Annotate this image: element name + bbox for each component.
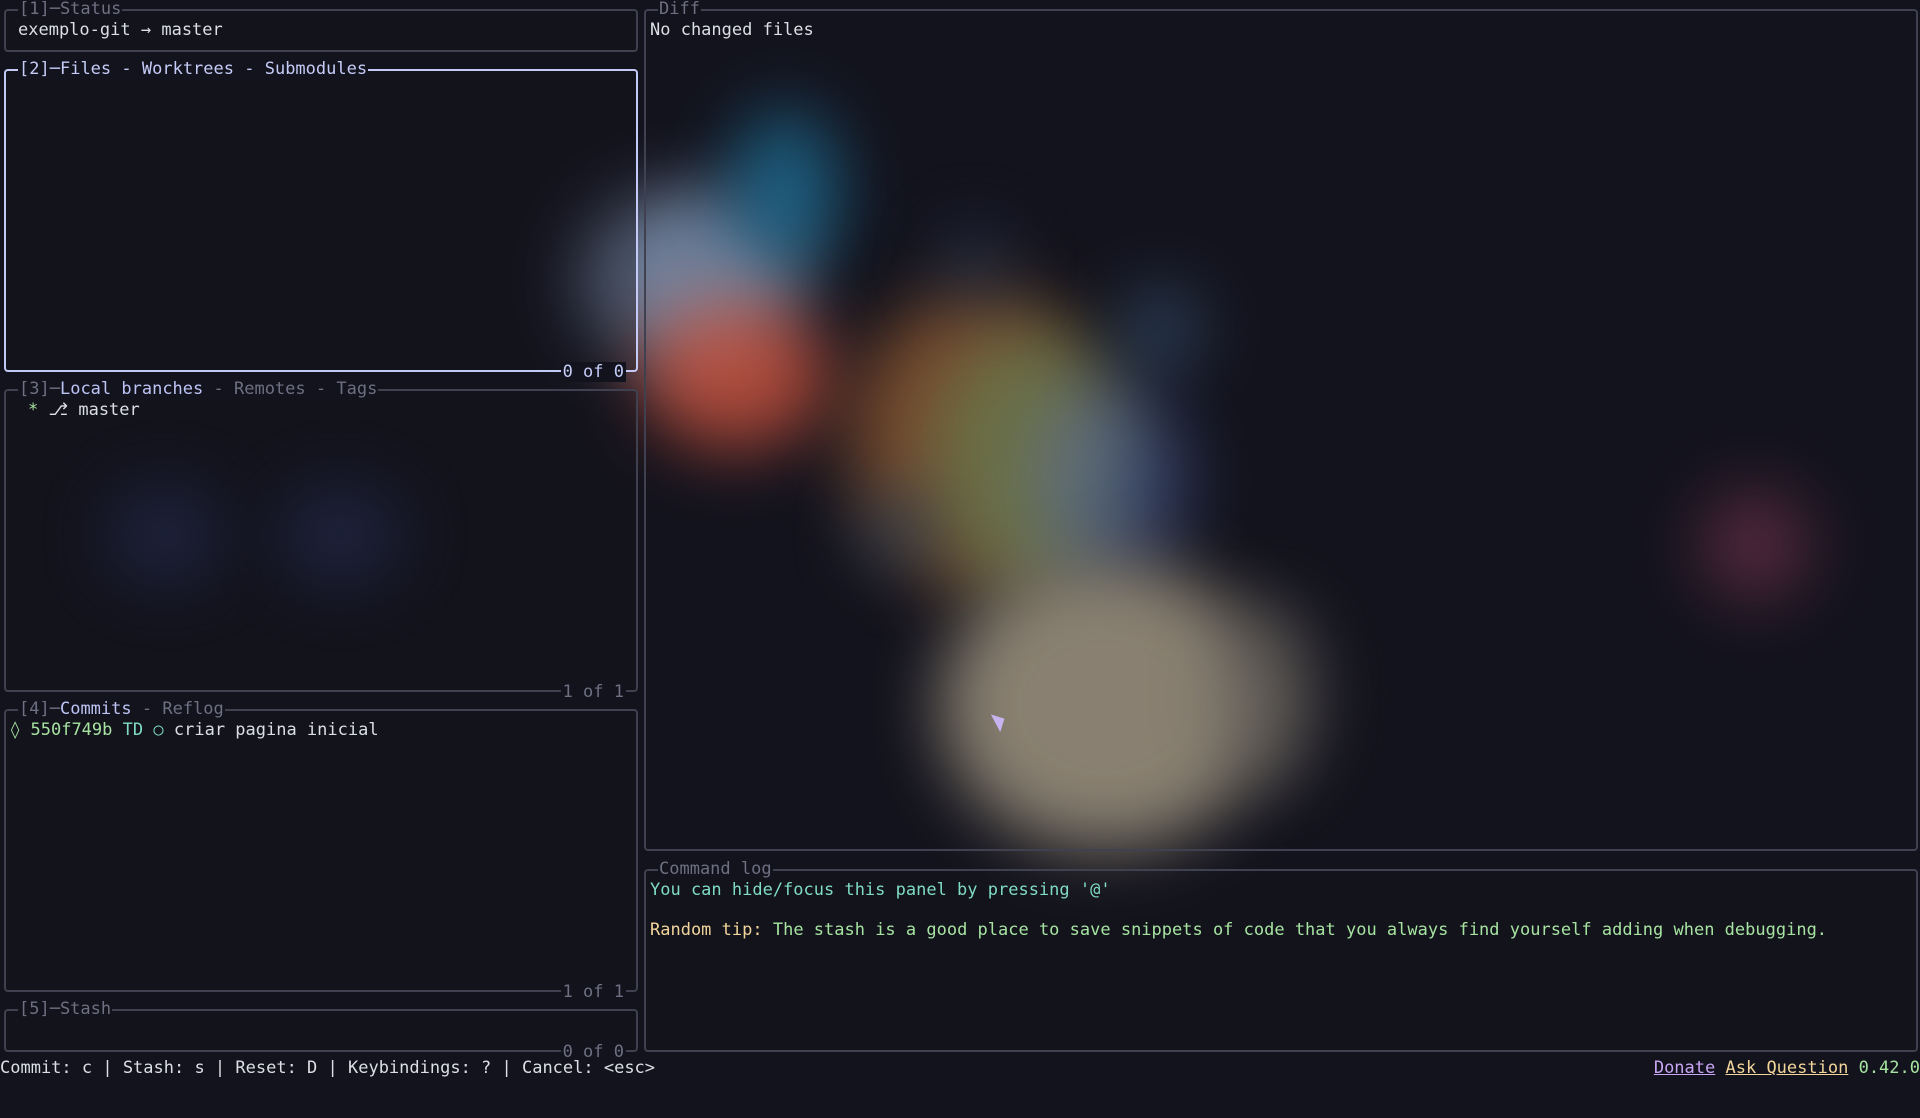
tab-files[interactable]: Files — [60, 59, 111, 79]
diff-panel-title: Diff — [658, 0, 701, 19]
branch-list-item[interactable]: * ⎇ master — [28, 400, 140, 420]
donate-link[interactable]: Donate — [1654, 1058, 1715, 1078]
tab-worktrees[interactable]: Worktrees — [142, 59, 234, 79]
files-count: 0 of 0 — [560, 362, 626, 382]
tab-remotes[interactable]: Remotes — [234, 379, 306, 399]
commit-hash: 550f749b — [30, 720, 113, 740]
panel-number: [3] — [19, 379, 50, 399]
command-log-panel[interactable]: Command log You can hide/focus this pane… — [644, 859, 1918, 1052]
stash-panel-title: [5]─Stash — [18, 999, 113, 1019]
arrow-icon: → — [140, 20, 152, 40]
bottom-right-links: Donate Ask Question 0.42.0 — [1654, 1058, 1920, 1078]
diff-panel[interactable]: Diff No changed files — [644, 0, 1918, 851]
tab-commits[interactable]: Commits — [60, 699, 132, 719]
branch-name: master — [78, 400, 140, 420]
commit-graph-icon: ◊ — [10, 720, 21, 740]
commits-panel-title: [4]─Commits - Reflog — [18, 699, 225, 719]
current-branch-marker: * — [28, 400, 39, 420]
files-panel-title: [2]─Files - Worktrees - Submodules — [18, 59, 369, 79]
ask-question-link[interactable]: Ask Question — [1726, 1058, 1849, 1078]
tip-label: Random tip: — [650, 920, 763, 940]
tab-tags[interactable]: Tags — [336, 379, 377, 399]
commit-author: TD — [122, 720, 144, 740]
branches-panel[interactable]: [3]─Local branches - Remotes - Tags * ⎇ … — [4, 379, 638, 702]
stash-panel[interactable]: [5]─Stash 0 of 0 — [4, 999, 638, 1062]
tab-local-branches[interactable]: Local branches — [60, 379, 203, 399]
branches-panel-title: [3]─Local branches - Remotes - Tags — [18, 379, 379, 399]
random-tip: Random tip: The stash is a good place to… — [650, 920, 1827, 940]
commit-list-item[interactable]: ◊ 550f749b TD ○ criar pagina inicial — [10, 720, 379, 740]
status-panel-title: [1]─Status — [18, 0, 123, 19]
branch-icon: ⎇ — [48, 400, 69, 420]
command-log-title: Command log — [658, 859, 773, 879]
status-panel[interactable]: [1]─Status exemplo-git → master — [4, 0, 638, 52]
commits-count: 1 of 1 — [560, 982, 626, 1002]
panel-number: [2] — [19, 59, 50, 79]
commit-message: criar pagina inicial — [173, 720, 379, 740]
version-label: 0.42.0 — [1858, 1058, 1920, 1078]
bottom-status-bar: Commit: c | Stash: s | Reset: D | Keybin… — [0, 1057, 1920, 1080]
repo-status: exemplo-git → master — [18, 20, 223, 40]
diff-content: No changed files — [650, 20, 814, 40]
keybinding-hints: Commit: c | Stash: s | Reset: D | Keybin… — [0, 1058, 656, 1078]
branches-count: 1 of 1 — [560, 682, 626, 702]
current-branch: master — [161, 20, 223, 40]
tip-text: The stash is a good place to save snippe… — [772, 920, 1828, 940]
command-log-hint: You can hide/focus this panel by pressin… — [650, 880, 1111, 900]
tab-reflog[interactable]: Reflog — [162, 699, 223, 719]
tab-submodules[interactable]: Submodules — [265, 59, 367, 79]
panel-number: [4] — [19, 699, 50, 719]
repo-name: exemplo-git — [18, 20, 131, 40]
files-panel[interactable]: [2]─Files - Worktrees - Submodules 0 of … — [4, 59, 638, 382]
commits-panel[interactable]: [4]─Commits - Reflog ◊ 550f749b TD ○ cri… — [4, 699, 638, 1002]
commit-node-icon: ○ — [153, 720, 164, 740]
